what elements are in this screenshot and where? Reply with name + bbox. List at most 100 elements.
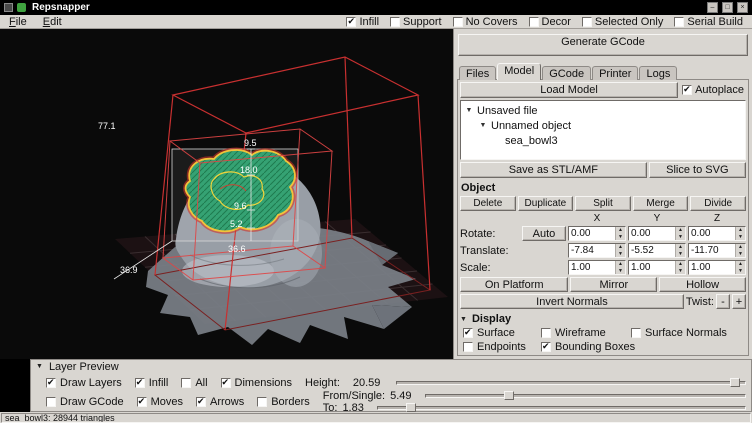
spinner-steppers[interactable]: ▲▼ (675, 244, 685, 257)
wireframe-checkbox[interactable] (541, 328, 551, 338)
gl-viewport[interactable]: 77.1 9.5 18.0 9.6 5.2 36.6 36.9 (0, 29, 453, 359)
draw-gcode-checkbox[interactable] (46, 397, 56, 407)
spinner-steppers[interactable]: ▲▼ (615, 261, 625, 274)
to-slider[interactable] (377, 403, 746, 412)
decor-checkbox[interactable] (529, 17, 539, 27)
minimize-button[interactable]: – (707, 2, 718, 13)
arrows-toggle[interactable]: Arrows (196, 396, 244, 408)
model-tree[interactable]: ▼ Unsaved file ▼ Unnamed object sea_bowl… (460, 100, 746, 160)
slider-handle[interactable] (730, 378, 740, 387)
spinner-steppers[interactable]: ▲▼ (675, 227, 685, 240)
surface-normals-checkbox[interactable] (631, 328, 641, 338)
maximize-button[interactable]: □ (722, 2, 733, 13)
serial-build-checkbox[interactable] (674, 17, 684, 27)
borders-checkbox[interactable] (257, 397, 267, 407)
slider-handle[interactable] (504, 391, 514, 400)
toggle-no-covers[interactable]: No Covers (453, 16, 518, 28)
surface-normals-toggle[interactable]: Surface Normals (631, 327, 746, 339)
scale-x-spinner[interactable]: 1.00▲▼ (568, 260, 626, 275)
spinner-steppers[interactable]: ▲▼ (735, 261, 745, 274)
tree-item-object[interactable]: ▼ Unnamed object (479, 118, 743, 133)
all-layers-checkbox[interactable] (181, 378, 191, 388)
from-single-slider[interactable] (425, 391, 746, 400)
translate-y-spinner[interactable]: -5.52▲▼ (628, 243, 686, 258)
autoplace-checkbox[interactable] (682, 85, 692, 95)
no-covers-checkbox[interactable] (453, 17, 463, 27)
toggle-serial-build[interactable]: Serial Build (674, 16, 743, 28)
twist-plus-button[interactable]: + (732, 294, 746, 309)
bounding-boxes-toggle[interactable]: Bounding Boxes (541, 341, 746, 353)
merge-button[interactable]: Merge (633, 196, 689, 211)
duplicate-button[interactable]: Duplicate (518, 196, 574, 211)
menu-edit[interactable]: Edit (43, 16, 62, 28)
tab-model[interactable]: Model (497, 63, 541, 80)
tab-files[interactable]: Files (459, 66, 496, 80)
moves-checkbox[interactable] (137, 397, 147, 407)
moves-toggle[interactable]: Moves (137, 396, 183, 408)
invert-normals-button[interactable]: Invert Normals (460, 294, 684, 309)
tab-logs[interactable]: Logs (639, 66, 677, 80)
divide-button[interactable]: Divide (690, 196, 746, 211)
endpoints-checkbox[interactable] (463, 342, 473, 352)
selected-only-checkbox[interactable] (582, 17, 592, 27)
expander-icon[interactable]: ▼ (460, 316, 467, 323)
rotate-x-spinner[interactable]: 0.00▲▼ (568, 226, 626, 241)
mirror-button[interactable]: Mirror (570, 277, 657, 292)
translate-z-spinner[interactable]: -11.70▲▼ (688, 243, 746, 258)
slider-trough[interactable] (396, 381, 746, 385)
slider-trough[interactable] (425, 394, 746, 398)
toggle-support[interactable]: Support (390, 16, 442, 28)
dimensions-checkbox[interactable] (221, 378, 231, 388)
delete-button[interactable]: Delete (460, 196, 516, 211)
all-layers-toggle[interactable]: All (181, 377, 207, 389)
height-slider[interactable] (396, 378, 746, 387)
arrows-checkbox[interactable] (196, 397, 206, 407)
title-bar[interactable]: Repsnapper – □ × (0, 0, 752, 15)
tree-item-mesh[interactable]: sea_bowl3 (505, 133, 743, 148)
spinner-steppers[interactable]: ▲▼ (675, 261, 685, 274)
endpoints-toggle[interactable]: Endpoints (463, 341, 539, 353)
auto-rotate-button[interactable]: Auto (522, 226, 566, 241)
infill-preview-toggle[interactable]: Infill (135, 377, 169, 389)
slice-svg-button[interactable]: Slice to SVG (649, 162, 746, 178)
autoplace-toggle[interactable]: Autoplace (680, 84, 746, 96)
menu-file[interactable]: File (9, 16, 27, 28)
wireframe-toggle[interactable]: Wireframe (541, 327, 629, 339)
expander-icon[interactable]: ▼ (479, 122, 487, 129)
scale-y-spinner[interactable]: 1.00▲▼ (628, 260, 686, 275)
draw-layers-checkbox[interactable] (46, 378, 56, 388)
generate-gcode-button[interactable]: Generate GCode (458, 34, 748, 56)
save-stl-button[interactable]: Save as STL/AMF (460, 162, 647, 178)
support-checkbox[interactable] (390, 17, 400, 27)
surface-checkbox[interactable] (463, 328, 473, 338)
split-button[interactable]: Split (575, 196, 631, 211)
dimensions-toggle[interactable]: Dimensions (221, 377, 292, 389)
infill-checkbox[interactable] (346, 17, 356, 27)
close-button[interactable]: × (737, 2, 748, 13)
bounding-boxes-checkbox[interactable] (541, 342, 551, 352)
rotate-y-spinner[interactable]: 0.00▲▼ (628, 226, 686, 241)
hollow-button[interactable]: Hollow (659, 277, 746, 292)
spinner-steppers[interactable]: ▲▼ (615, 227, 625, 240)
load-model-button[interactable]: Load Model (460, 82, 678, 98)
expander-icon[interactable]: ▼ (465, 107, 473, 114)
slider-handle[interactable] (406, 403, 416, 412)
translate-x-spinner[interactable]: -7.84▲▼ (568, 243, 626, 258)
display-section-header[interactable]: ▼ Display (460, 311, 746, 325)
spinner-steppers[interactable]: ▲▼ (735, 244, 745, 257)
spinner-steppers[interactable]: ▲▼ (735, 227, 745, 240)
slider-trough[interactable] (377, 406, 746, 410)
spinner-steppers[interactable]: ▲▼ (615, 244, 625, 257)
layer-preview-expander[interactable]: ▼ Layer Preview (36, 360, 746, 373)
tab-gcode[interactable]: GCode (542, 66, 591, 80)
surface-toggle[interactable]: Surface (463, 327, 539, 339)
draw-layers-toggle[interactable]: Draw Layers (46, 377, 122, 389)
tab-printer[interactable]: Printer (592, 66, 638, 80)
on-platform-button[interactable]: On Platform (460, 277, 568, 292)
infill-preview-checkbox[interactable] (135, 378, 145, 388)
scale-z-spinner[interactable]: 1.00▲▼ (688, 260, 746, 275)
rotate-z-spinner[interactable]: 0.00▲▼ (688, 226, 746, 241)
tree-item-file[interactable]: ▼ Unsaved file (465, 103, 743, 118)
toggle-decor[interactable]: Decor (529, 16, 571, 28)
borders-toggle[interactable]: Borders (257, 396, 310, 408)
